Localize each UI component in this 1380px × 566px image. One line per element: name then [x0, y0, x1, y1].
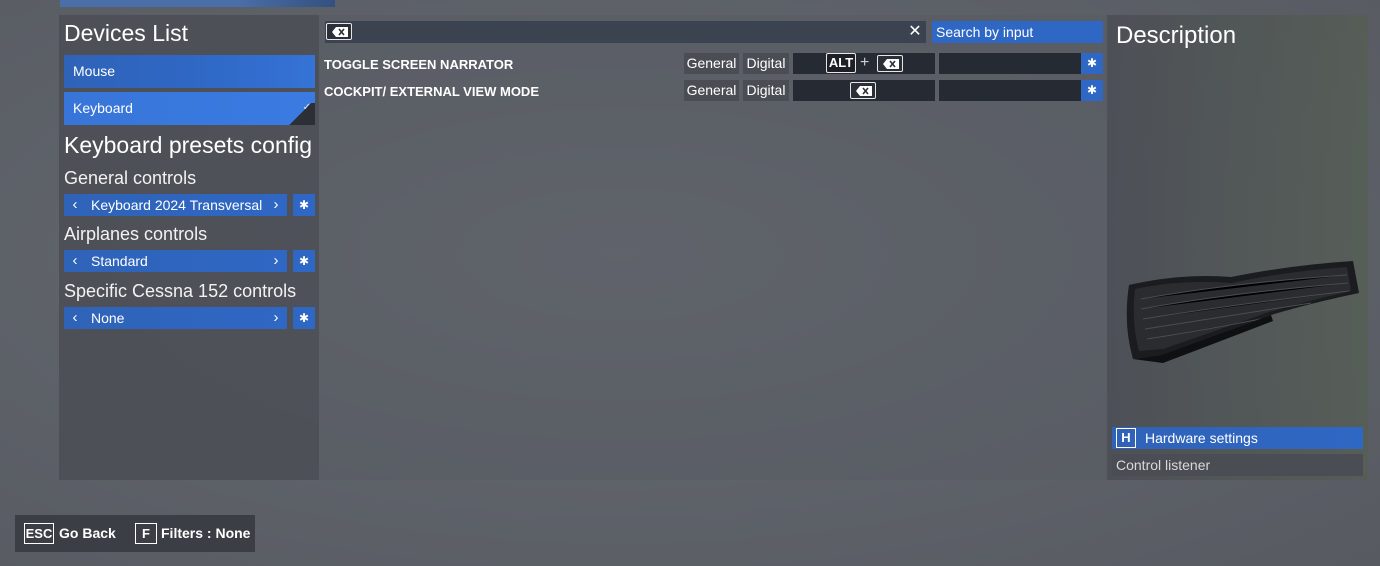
key-h: H: [1116, 428, 1136, 448]
close-icon[interactable]: ✕: [906, 23, 924, 41]
gear-icon[interactable]: ✱: [1081, 53, 1103, 74]
bindings-panel: ✕ Search by input TOGGLE SCREEN NARRATOR…: [319, 15, 1107, 480]
bottom-bar: ESC Go Back F Filters : None: [15, 515, 255, 552]
description-panel: Description H Hardware settings Control …: [1107, 15, 1368, 480]
binding-name[interactable]: COCKPIT/ EXTERNAL VIEW MODE: [324, 84, 539, 99]
key-f[interactable]: F: [135, 523, 157, 544]
backspace-icon[interactable]: [326, 23, 352, 40]
search-by-input-button[interactable]: Search by input: [932, 21, 1103, 43]
keyboard-image: [1126, 261, 1359, 363]
plus-icon: +: [860, 54, 870, 71]
group-title-general: General controls: [64, 168, 197, 188]
preset-selector-airplanes[interactable]: ‹ Standard ›: [64, 250, 287, 272]
go-back-label[interactable]: Go Back: [59, 523, 116, 544]
control-listener-button[interactable]: Control listener: [1112, 454, 1363, 476]
preset-selector-cessna[interactable]: ‹ None ›: [64, 307, 287, 329]
binding-name[interactable]: TOGGLE SCREEN NARRATOR: [324, 57, 513, 72]
top-strip: [60, 0, 335, 7]
preset-value: Keyboard 2024 Transversal: [91, 197, 263, 213]
hardware-settings-button[interactable]: H Hardware settings: [1112, 427, 1363, 449]
check-icon: ✓: [302, 102, 311, 113]
key-alt: ALT: [826, 53, 856, 73]
presets-title: Keyboard presets config: [64, 132, 313, 158]
backspace-icon[interactable]: [877, 55, 903, 72]
binding-category: General: [684, 53, 739, 74]
device-label: Mouse: [73, 63, 116, 79]
chevron-left-icon[interactable]: ‹: [64, 307, 86, 329]
gear-icon[interactable]: ✱: [293, 194, 315, 216]
group-title-cessna: Specific Cessna 152 controls: [64, 281, 297, 301]
chevron-left-icon[interactable]: ‹: [64, 250, 86, 272]
chevron-right-icon[interactable]: ›: [265, 250, 287, 272]
description-title: Description: [1116, 22, 1237, 49]
gear-icon[interactable]: ✱: [293, 307, 315, 329]
chevron-right-icon[interactable]: ›: [265, 307, 287, 329]
devices-list-title: Devices List: [64, 20, 188, 46]
filters-label[interactable]: Filters : None: [161, 523, 250, 544]
device-keyboard-button[interactable]: Keyboard ✓: [64, 92, 315, 125]
binding-slot-secondary[interactable]: [939, 53, 1081, 74]
preset-value: Standard: [91, 253, 148, 269]
binding-type: Digital: [743, 80, 789, 101]
binding-slot-secondary[interactable]: [939, 80, 1081, 101]
hardware-settings-label: Hardware settings: [1145, 430, 1258, 446]
key-esc[interactable]: ESC: [24, 523, 54, 544]
preset-selector-general[interactable]: ‹ Keyboard 2024 Transversal ›: [64, 194, 287, 216]
device-label: Keyboard: [73, 100, 133, 116]
devices-panel: Devices List Mouse Keyboard ✓ Keyboard p…: [59, 15, 319, 480]
search-input[interactable]: [325, 21, 926, 43]
gear-icon[interactable]: ✱: [293, 250, 315, 272]
group-title-airplanes: Airplanes controls: [64, 224, 208, 244]
chevron-right-icon[interactable]: ›: [265, 194, 287, 216]
gear-icon[interactable]: ✱: [1081, 80, 1103, 101]
preset-value: None: [91, 310, 125, 326]
binding-category: General: [684, 80, 739, 101]
binding-slot-primary[interactable]: ALT +: [793, 53, 935, 74]
device-mouse-button[interactable]: Mouse: [64, 55, 315, 88]
chevron-left-icon[interactable]: ‹: [64, 194, 86, 216]
backspace-icon[interactable]: [850, 82, 876, 99]
binding-type: Digital: [743, 53, 789, 74]
binding-slot-primary[interactable]: [793, 80, 935, 101]
